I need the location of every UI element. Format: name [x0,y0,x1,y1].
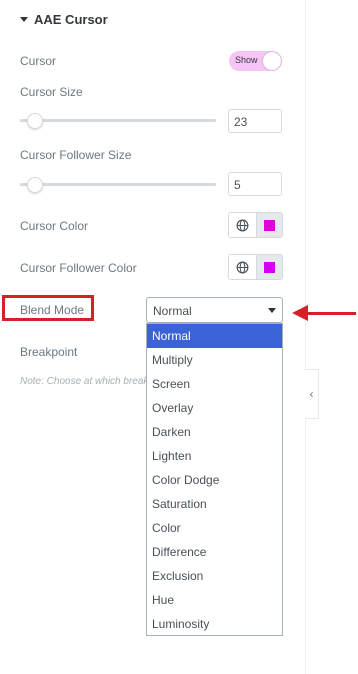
cursor-color-label: Cursor Color [20,219,89,233]
dropdown-option[interactable]: Screen [147,372,282,396]
dropdown-option[interactable]: Multiply [147,348,282,372]
cursor-follower-color-label: Cursor Follower Color [20,261,137,275]
chevron-left-icon: ‹ [309,387,314,401]
globe-icon[interactable] [229,213,257,237]
breakpoint-note: Note: Choose at which breakpoint [20,376,146,387]
follower-color-swatch-button[interactable] [257,255,282,279]
dropdown-option[interactable]: Saturation [147,492,282,516]
cursor-size-input[interactable]: 23 [228,109,282,133]
cursor-size-slider-thumb[interactable] [27,113,44,129]
blend-mode-selected-value: Normal [153,304,192,318]
dropdown-option[interactable]: Color Dodge [147,468,282,492]
globe-icon[interactable] [229,255,257,279]
follower-size-input[interactable]: 5 [228,172,282,196]
breakpoint-label: Breakpoint [20,345,78,359]
dropdown-option[interactable]: Luminosity [147,612,282,636]
cursor-follower-size-label: Cursor Follower Size [20,148,132,162]
dropdown-option[interactable]: Darken [147,420,282,444]
chevron-down-icon [268,308,276,313]
section-header[interactable]: AAE Cursor [20,10,108,28]
follower-size-slider-track[interactable] [20,183,216,186]
blend-mode-dropdown-list: Normal Multiply Screen Overlay Darken Lighten… [146,323,283,636]
annotation-arrow-shaft [306,312,356,315]
settings-panel: AAE Cursor Cursor Show Cursor Size 23 Cu… [0,0,305,674]
dropdown-option[interactable]: Normal [147,324,282,348]
dropdown-option[interactable]: Color [147,516,282,540]
toggle-text: Show [235,55,258,65]
dropdown-option[interactable]: Exclusion [147,564,282,588]
dropdown-option[interactable]: Overlay [147,396,282,420]
dropdown-option[interactable]: Lighten [147,444,282,468]
follower-color-control [228,254,283,280]
preview-area [305,0,358,674]
dropdown-option[interactable]: Difference [147,540,282,564]
arrow-left-icon [292,305,308,321]
cursor-color-swatch-button[interactable] [257,213,282,237]
cursor-color-control [228,212,283,238]
cursor-size-label: Cursor Size [20,85,83,99]
toggle-knob [263,52,281,70]
blend-mode-label: Blend Mode [20,303,85,317]
cursor-color-swatch [264,219,275,231]
section-title: AAE Cursor [34,11,108,27]
caret-down-icon [20,16,28,22]
cursor-size-slider-track[interactable] [20,119,216,122]
follower-size-slider-thumb[interactable] [27,177,44,193]
dropdown-option[interactable]: Hue [147,588,282,612]
collapse-panel-button[interactable]: ‹ [305,369,319,419]
blend-mode-select[interactable]: Normal [146,297,283,323]
cursor-label: Cursor [20,54,57,68]
cursor-show-toggle[interactable]: Show [229,51,282,71]
follower-color-swatch [264,261,275,273]
